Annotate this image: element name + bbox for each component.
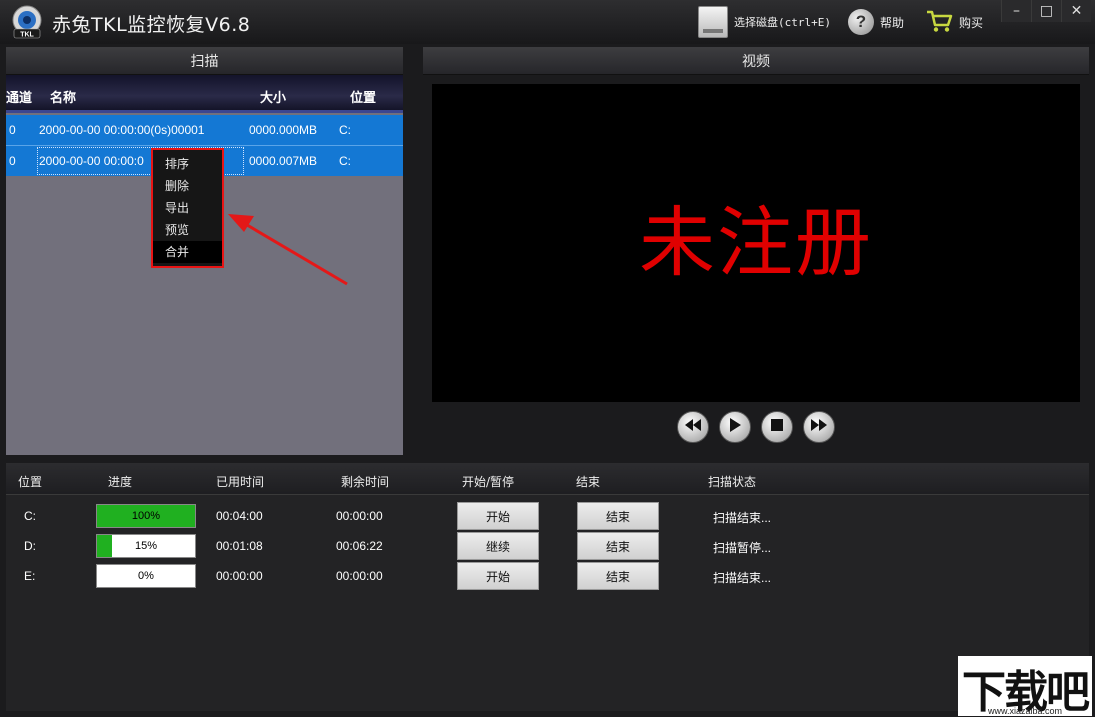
- menu-item-delete[interactable]: 删除: [153, 175, 222, 197]
- watermark-url: www.xiazaiba.com: [988, 706, 1063, 716]
- col-elapsed: 已用时间: [216, 475, 265, 489]
- context-menu: 排序 删除 导出 预览 合并: [151, 148, 224, 268]
- remaining-time: 00:00:00: [336, 509, 383, 523]
- elapsed-time: 00:01:08: [216, 539, 263, 553]
- scan-table-header: 通道 名称 大小 位置: [6, 75, 403, 113]
- rewind-button[interactable]: [677, 411, 709, 443]
- table-row[interactable]: 0 2000-00-00 00:00:00(0s)00001 0000.000M…: [6, 115, 403, 145]
- row-location: E:: [24, 569, 36, 583]
- stop-button[interactable]: [761, 411, 793, 443]
- app-title: 赤兔TKL监控恢复V6.8: [52, 14, 251, 36]
- menu-item-sort[interactable]: 排序: [153, 153, 222, 175]
- menu-item-export[interactable]: 导出: [153, 197, 222, 219]
- cart-icon: [925, 8, 953, 37]
- scan-panel-title: 扫描: [190, 53, 219, 70]
- col-location[interactable]: 位置: [350, 87, 376, 106]
- progress-bar: 15%: [96, 534, 196, 558]
- buy-label: 购买: [959, 15, 984, 30]
- video-preview[interactable]: 未注册: [432, 84, 1080, 402]
- help-label: 帮助: [880, 15, 905, 30]
- col-channel[interactable]: 通道: [6, 87, 32, 106]
- app-logo-icon: TKL: [10, 5, 46, 39]
- col-name[interactable]: 名称: [50, 87, 76, 106]
- col-progress: 进度: [108, 475, 133, 489]
- end-button[interactable]: 结束: [577, 502, 659, 530]
- select-disk-button[interactable]: 选择磁盘(ctrl+E): [698, 6, 831, 38]
- scan-row-e: E: 0% 00:00:00 00:00:00 开始 结束 扫描结束...: [6, 562, 1089, 590]
- select-disk-label: 选择磁盘(ctrl+E): [734, 16, 831, 29]
- row-location: C:: [339, 154, 351, 168]
- watermark-logo: 下载吧 www.xiazaiba.com: [958, 656, 1092, 717]
- col-start-pause: 开始/暂停: [462, 475, 515, 489]
- maximize-button[interactable]: □: [1031, 0, 1061, 22]
- start-pause-button[interactable]: 继续: [457, 532, 539, 560]
- fast-forward-button[interactable]: [803, 411, 835, 443]
- col-end: 结束: [576, 475, 601, 489]
- scan-status-header: 位置 进度 已用时间 剩余时间 开始/暂停 结束 扫描状态: [6, 463, 1089, 495]
- elapsed-time: 00:00:00: [216, 569, 263, 583]
- elapsed-time: 00:04:00: [216, 509, 263, 523]
- remaining-time: 00:06:22: [336, 539, 383, 553]
- col-location: 位置: [18, 475, 43, 489]
- title-bar: TKL 赤兔TKL监控恢复V6.8 选择磁盘(ctrl+E) ? 帮助 购买 –…: [0, 0, 1095, 44]
- row-size: 0000.007MB: [249, 154, 318, 168]
- play-icon: [729, 418, 741, 436]
- row-channel: 0: [9, 154, 16, 168]
- question-icon: ?: [848, 9, 874, 35]
- remaining-time: 00:00:00: [336, 569, 383, 583]
- buy-button[interactable]: 购买: [925, 6, 983, 38]
- end-button[interactable]: 结束: [577, 532, 659, 560]
- start-pause-button[interactable]: 开始: [457, 502, 539, 530]
- scan-state: 扫描结束...: [713, 571, 772, 585]
- end-button[interactable]: 结束: [577, 562, 659, 590]
- stop-icon: [771, 419, 783, 435]
- row-channel: 0: [9, 123, 16, 137]
- menu-item-merge[interactable]: 合并: [153, 241, 222, 263]
- progress-label: 0%: [138, 570, 154, 582]
- col-status: 扫描状态: [708, 475, 757, 489]
- play-button[interactable]: [719, 411, 751, 443]
- minimize-button[interactable]: –: [1001, 0, 1031, 22]
- col-remaining: 剩余时间: [341, 475, 390, 489]
- disk-icon: [698, 6, 728, 38]
- scan-row-d: D: 15% 00:01:08 00:06:22 继续 结束 扫描暂停...: [6, 532, 1089, 560]
- col-size[interactable]: 大小: [260, 87, 286, 106]
- scan-state: 扫描结束...: [713, 511, 772, 525]
- row-location: C:: [24, 509, 36, 523]
- scan-state: 扫描暂停...: [713, 541, 772, 555]
- scan-panel-header: 扫描: [6, 47, 403, 75]
- help-button[interactable]: ? 帮助: [848, 6, 904, 38]
- video-panel-title: 视频: [742, 53, 770, 70]
- progress-label: 15%: [134, 540, 158, 552]
- logo-text: TKL: [20, 32, 34, 39]
- video-panel-header: 视频: [423, 47, 1089, 75]
- close-button[interactable]: ✕: [1061, 0, 1091, 22]
- scan-status-panel: 位置 进度 已用时间 剩余时间 开始/暂停 结束 扫描状态 C: 100% 00…: [6, 463, 1089, 711]
- row-name: 2000-00-00 00:00:0: [39, 154, 144, 168]
- row-location: D:: [24, 539, 36, 553]
- row-name: 2000-00-00 00:00:00(0s)00001: [39, 123, 205, 137]
- scan-row-c: C: 100% 00:04:00 00:00:00 开始 结束 扫描结束...: [6, 502, 1089, 530]
- fast-forward-icon: [811, 419, 827, 435]
- start-pause-button[interactable]: 开始: [457, 562, 539, 590]
- row-location: C:: [339, 123, 351, 137]
- unregistered-overlay: 未注册: [639, 198, 873, 287]
- menu-item-preview[interactable]: 预览: [153, 219, 222, 241]
- row-size: 0000.000MB: [249, 123, 318, 137]
- progress-bar: 100%: [96, 504, 196, 528]
- progress-bar: 0%: [96, 564, 196, 588]
- progress-label: 100%: [131, 510, 161, 522]
- rewind-icon: [685, 419, 701, 435]
